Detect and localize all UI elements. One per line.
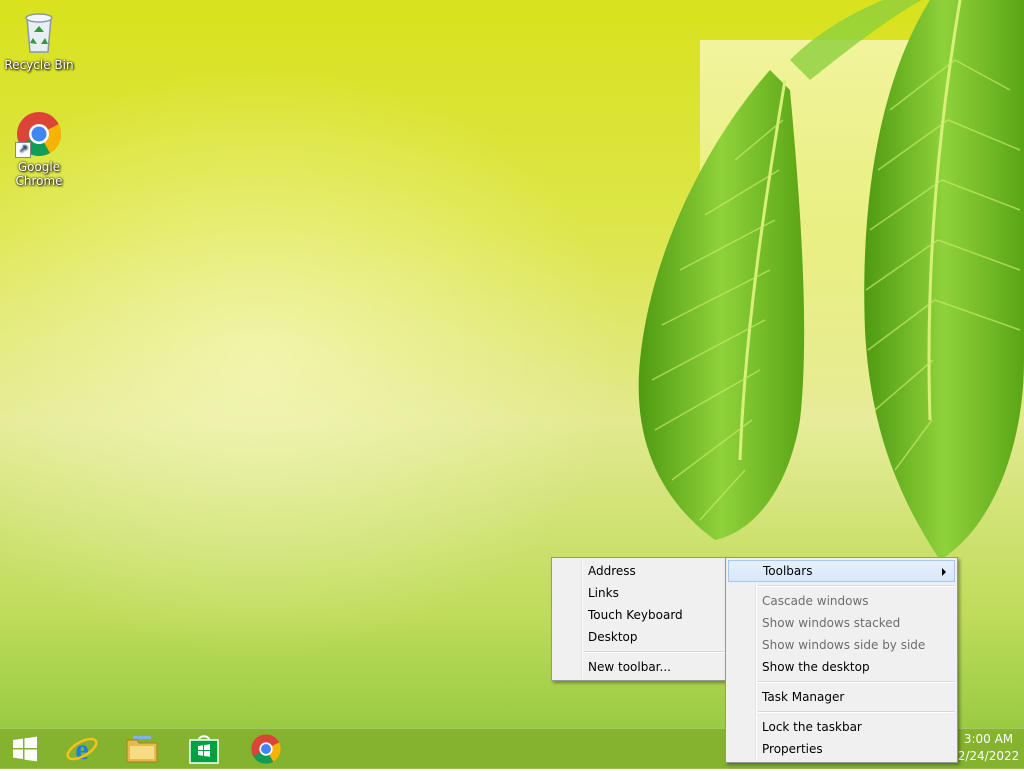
start-button[interactable] [0, 729, 50, 769]
menu-item-properties[interactable]: Properties [728, 738, 955, 760]
recycle-bin-icon [15, 8, 63, 56]
menu-item-cascade-windows[interactable]: Cascade windows [728, 590, 955, 612]
menu-item-label: Toolbars [763, 564, 813, 578]
taskbar-context-menu: Toolbars Cascade windows Show windows st… [725, 557, 958, 763]
menu-item-task-manager[interactable]: Task Manager [728, 686, 955, 708]
taskbar-file-explorer-button[interactable] [114, 729, 170, 769]
menu-item-show-windows-stacked[interactable]: Show windows stacked [728, 612, 955, 634]
desktop-icon-google-chrome[interactable]: ↗ Google Chrome [1, 110, 77, 188]
chrome-icon: ↗ [15, 110, 63, 158]
toolbars-submenu: Address Links Touch Keyboard Desktop New… [551, 557, 728, 681]
menu-item-desktop[interactable]: Desktop [554, 626, 725, 648]
menu-item-links[interactable]: Links [554, 582, 725, 604]
menu-item-touch-keyboard[interactable]: Touch Keyboard [554, 604, 725, 626]
svg-text:e: e [75, 733, 88, 766]
menu-separator [758, 711, 955, 713]
menu-item-lock-the-taskbar[interactable]: Lock the taskbar [728, 716, 955, 738]
desktop-icon-recycle-bin[interactable]: Recycle Bin [1, 8, 77, 72]
chrome-icon [251, 734, 281, 764]
menu-item-show-the-desktop[interactable]: Show the desktop [728, 656, 955, 678]
taskbar-internet-explorer-button[interactable]: e [54, 729, 110, 769]
menu-item-new-toolbar[interactable]: New toolbar... [554, 656, 725, 678]
file-explorer-icon [126, 736, 158, 763]
store-icon [189, 735, 219, 764]
menu-separator [758, 681, 955, 683]
desktop-icon-label: Google [17, 160, 61, 174]
taskbar-clock[interactable]: 3:00 AM 2/24/2022 [953, 728, 1024, 771]
menu-item-toolbars[interactable]: Toolbars [728, 560, 955, 582]
desktop-icon-label: Recycle Bin [4, 58, 74, 72]
windows-logo-icon [13, 736, 37, 762]
desktop-icon-label: Chrome [15, 174, 63, 188]
clock-time: 3:00 AM [963, 732, 1014, 746]
submenu-arrow-icon [942, 568, 946, 576]
shortcut-arrow-icon: ↗ [15, 142, 31, 158]
menu-separator [758, 585, 955, 587]
internet-explorer-icon: e [66, 733, 98, 766]
taskbar-chrome-button[interactable] [238, 729, 294, 769]
menu-item-address[interactable]: Address [554, 560, 725, 582]
menu-item-show-windows-side-by-side[interactable]: Show windows side by side [728, 634, 955, 656]
menu-separator [584, 651, 725, 653]
clock-date: 2/24/2022 [957, 749, 1020, 763]
taskbar-store-button[interactable] [176, 729, 232, 769]
